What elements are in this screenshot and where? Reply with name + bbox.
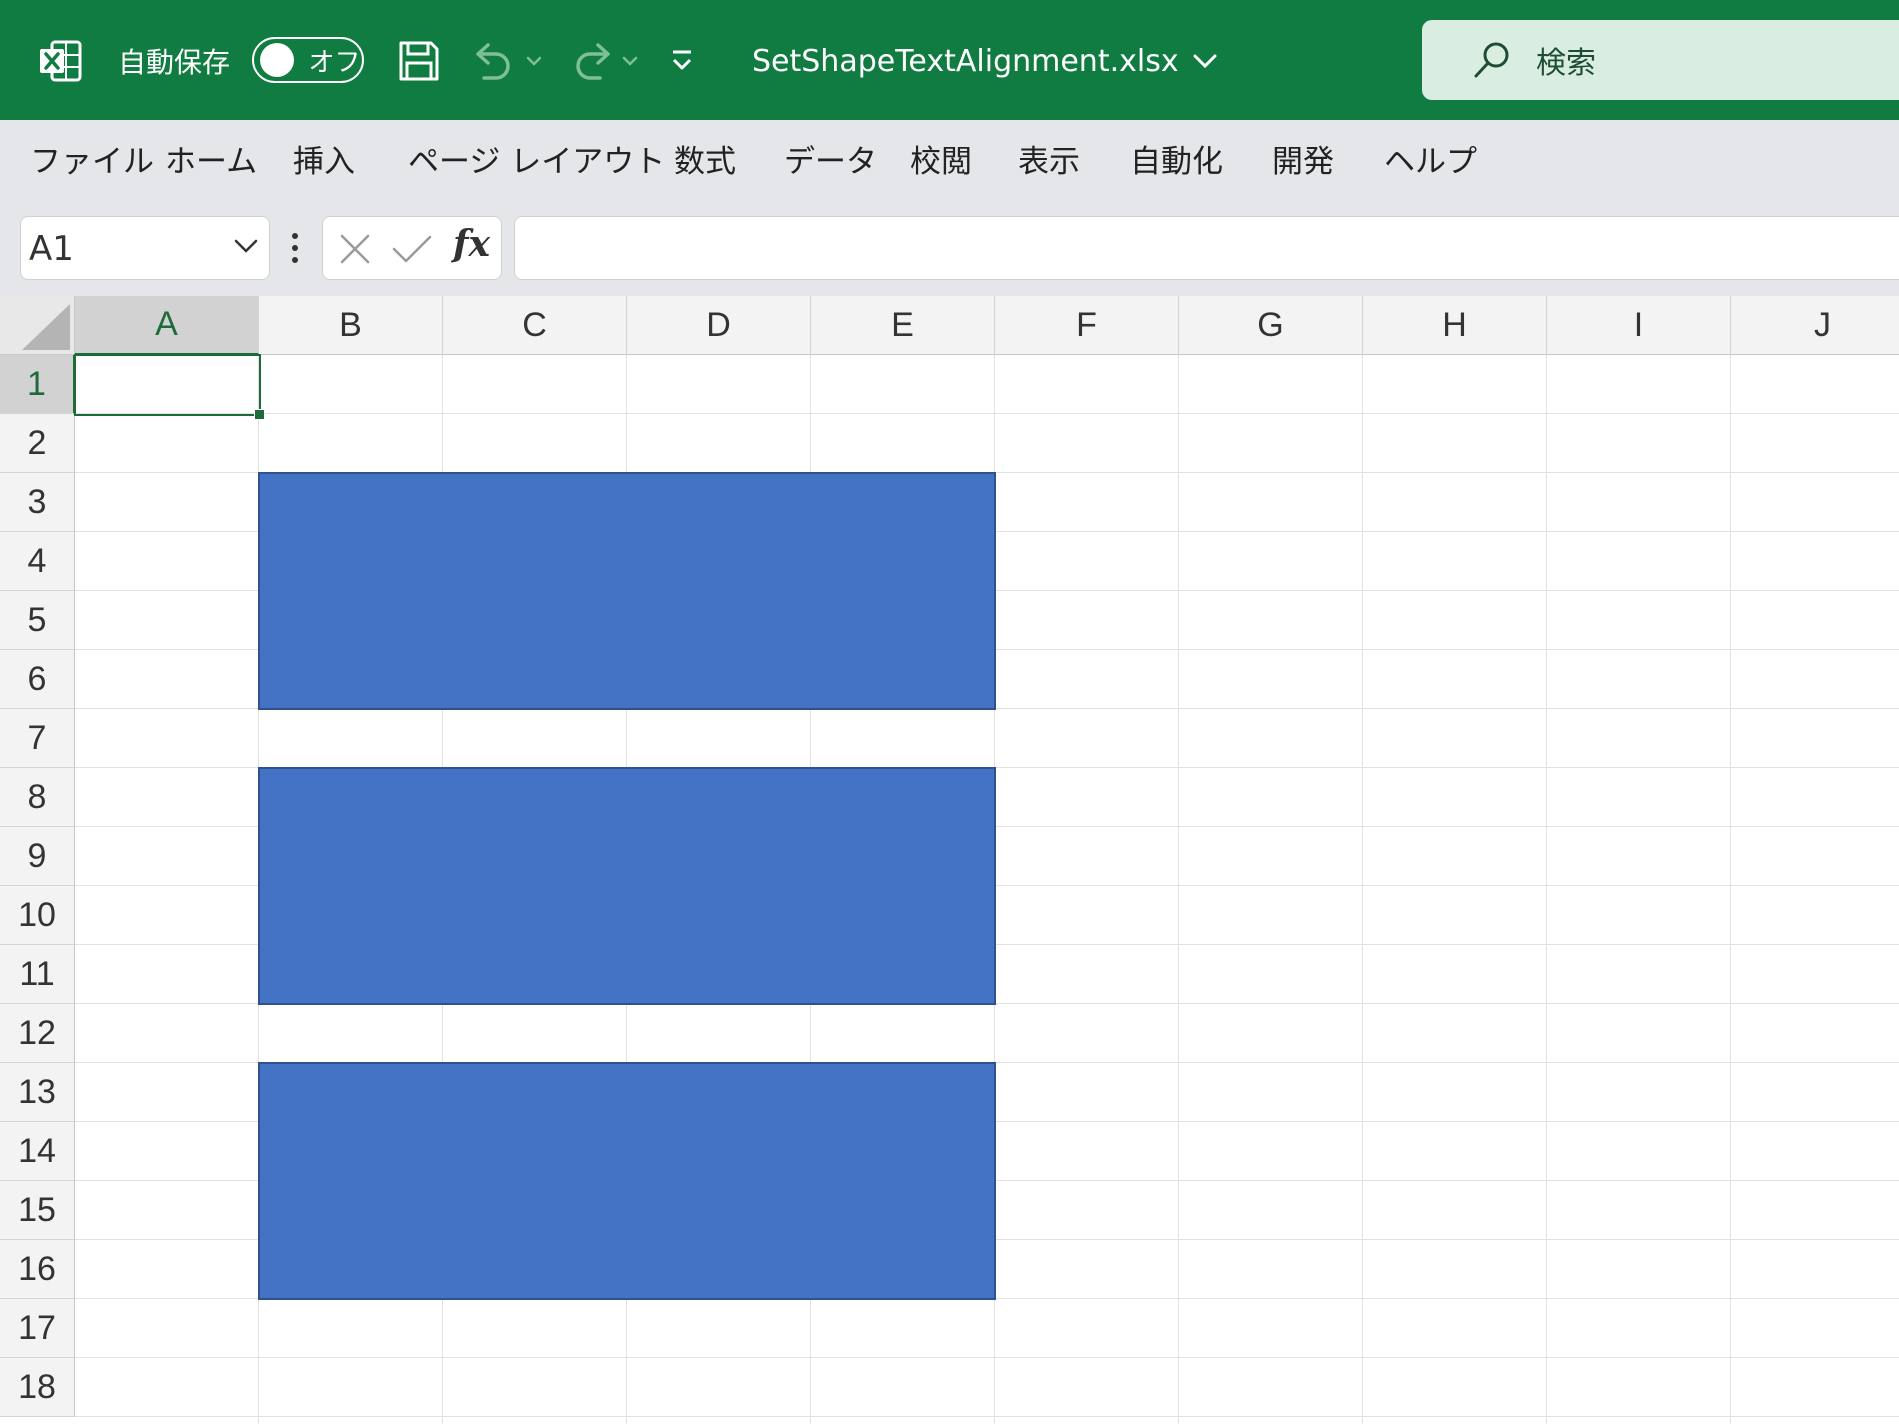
column-header-e[interactable]: E <box>811 296 995 355</box>
chevron-down-icon <box>1193 54 1217 69</box>
column-gridline <box>1730 355 1731 1424</box>
save-button[interactable] <box>396 38 442 84</box>
tab-help[interactable]: ヘルプ <box>1384 136 1477 181</box>
row-header-1[interactable]: 1 <box>0 355 75 414</box>
column-header-f[interactable]: F <box>995 296 1179 355</box>
select-all-triangle-icon <box>22 304 70 350</box>
column-gridline <box>1546 355 1547 1424</box>
row-header-16[interactable]: 16 <box>0 1240 75 1299</box>
customize-qat-button[interactable] <box>664 40 700 80</box>
row-gridline <box>75 413 1899 414</box>
column-header-b[interactable]: B <box>259 296 443 355</box>
autosave-toggle[interactable]: オフ <box>252 37 364 83</box>
row-header-8[interactable]: 8 <box>0 768 75 827</box>
name-box-value: A1 <box>29 229 74 269</box>
rectangle-3[interactable] <box>258 1062 996 1300</box>
excel-app-icon[interactable] <box>38 38 84 84</box>
autosave-state: オフ <box>308 47 361 78</box>
row-header-10[interactable]: 10 <box>0 886 75 945</box>
column-header-c[interactable]: C <box>443 296 627 355</box>
row-header-2[interactable]: 2 <box>0 414 75 473</box>
row-header-7[interactable]: 7 <box>0 709 75 768</box>
ribbon-tabs: ファイル ホーム 挿入 ページ レイアウト 数式 データ 校閲 表示 自動化 開… <box>0 120 1899 200</box>
column-header-d[interactable]: D <box>627 296 811 355</box>
chevron-down-icon[interactable] <box>233 237 259 255</box>
row-header-12[interactable]: 12 <box>0 1004 75 1063</box>
row-header-13[interactable]: 13 <box>0 1063 75 1122</box>
column-header-h[interactable]: H <box>1363 296 1547 355</box>
more-options-icon[interactable] <box>288 226 302 270</box>
row-header-9[interactable]: 9 <box>0 827 75 886</box>
row-gridline <box>75 1416 1899 1417</box>
tab-file[interactable]: ファイル <box>30 136 154 181</box>
search-box[interactable]: 検索 <box>1422 20 1899 100</box>
redo-button[interactable] <box>562 36 648 86</box>
file-name: SetShapeTextAlignment.xlsx <box>752 43 1179 79</box>
active-cell-a1[interactable] <box>74 354 261 416</box>
row-header-5[interactable]: 5 <box>0 591 75 650</box>
rectangle-2[interactable] <box>258 767 996 1005</box>
tab-developer[interactable]: 開発 <box>1272 136 1334 181</box>
name-box[interactable]: A1 <box>20 216 270 280</box>
select-all-button[interactable] <box>0 296 75 355</box>
tab-insert[interactable]: 挿入 <box>293 136 355 181</box>
tab-automate[interactable]: 自動化 <box>1130 136 1223 181</box>
tab-review[interactable]: 校閲 <box>910 136 972 181</box>
tab-home[interactable]: ホーム <box>165 136 257 181</box>
title-bar: 自動保存 オフ SetShapeTextAlignment.xlsx 検索 <box>0 0 1899 120</box>
tab-formulas[interactable]: 数式 <box>674 136 736 181</box>
tab-data[interactable]: データ <box>784 136 877 181</box>
file-title[interactable]: SetShapeTextAlignment.xlsx <box>752 36 1219 86</box>
row-header-18[interactable]: 18 <box>0 1358 75 1417</box>
formula-input[interactable] <box>514 216 1899 280</box>
row-header-17[interactable]: 17 <box>0 1299 75 1358</box>
undo-icon <box>476 43 542 80</box>
cancel-icon[interactable] <box>337 231 373 267</box>
formula-buttons: fx <box>322 216 502 280</box>
column-header-i[interactable]: I <box>1547 296 1731 355</box>
redo-icon <box>576 43 638 80</box>
rectangle-1[interactable] <box>258 472 996 710</box>
enter-icon[interactable] <box>391 231 433 267</box>
row-header-11[interactable]: 11 <box>0 945 75 1004</box>
column-header-g[interactable]: G <box>1179 296 1363 355</box>
row-header-4[interactable]: 4 <box>0 532 75 591</box>
save-icon <box>399 41 439 81</box>
autosave-label: 自動保存 <box>118 46 231 79</box>
search-icon <box>1474 42 1509 78</box>
insert-function-button[interactable]: fx <box>453 223 490 265</box>
column-header-a[interactable]: A <box>75 296 259 355</box>
row-header-3[interactable]: 3 <box>0 473 75 532</box>
customize-qat-icon <box>672 50 692 70</box>
row-header-14[interactable]: 14 <box>0 1122 75 1181</box>
tab-page-layout[interactable]: ページ レイアウト <box>408 136 665 181</box>
column-gridline <box>1178 355 1179 1424</box>
row-header-6[interactable]: 6 <box>0 650 75 709</box>
toggle-knob <box>260 43 295 77</box>
row-gridline <box>75 1357 1899 1358</box>
column-header-j[interactable]: J <box>1731 296 1899 355</box>
fill-handle[interactable] <box>254 409 265 420</box>
row-header-15[interactable]: 15 <box>0 1181 75 1240</box>
tab-view[interactable]: 表示 <box>1018 136 1080 181</box>
worksheet-grid[interactable]: ABCDEFGHIJ 1 2 3 4 5 6 7 8 9 10 11 12 13 14 15 16 17 18 <box>0 296 1899 1424</box>
column-gridline <box>1362 355 1363 1424</box>
formula-bar: A1 fx <box>0 200 1899 296</box>
search-placeholder: 検索 <box>1536 46 1596 81</box>
undo-button[interactable] <box>466 36 552 86</box>
